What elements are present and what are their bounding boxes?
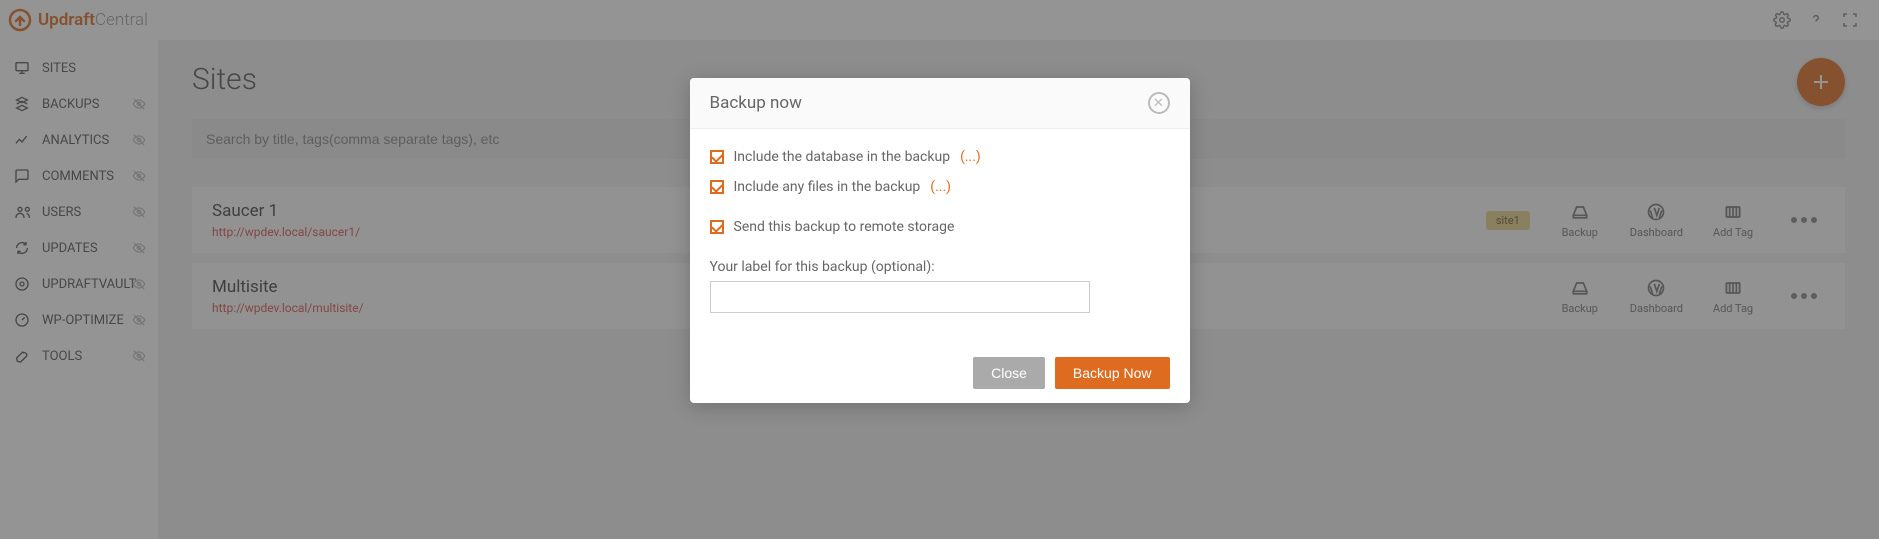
send-remote-label: Send this backup to remote storage [734, 219, 955, 235]
backup-label-input[interactable] [710, 281, 1090, 313]
include-database-label: Include the database in the backup [734, 149, 951, 165]
database-options-expand[interactable]: (...) [960, 149, 981, 165]
backup-label-caption: Your label for this backup (optional): [710, 259, 1170, 275]
include-database-checkbox[interactable] [710, 150, 724, 164]
include-files-checkbox[interactable] [710, 180, 724, 194]
modal-title: Backup now [710, 93, 802, 113]
modal-close-button[interactable]: ✕ [1148, 92, 1170, 114]
close-button[interactable]: Close [973, 357, 1045, 389]
send-remote-checkbox[interactable] [710, 220, 724, 234]
include-files-label: Include any files in the backup [734, 179, 921, 195]
modal-overlay: Backup now ✕ Include the database in the… [0, 0, 1879, 539]
backup-now-button[interactable]: Backup Now [1055, 357, 1170, 389]
files-options-expand[interactable]: (...) [930, 179, 951, 195]
backup-now-modal: Backup now ✕ Include the database in the… [690, 78, 1190, 403]
